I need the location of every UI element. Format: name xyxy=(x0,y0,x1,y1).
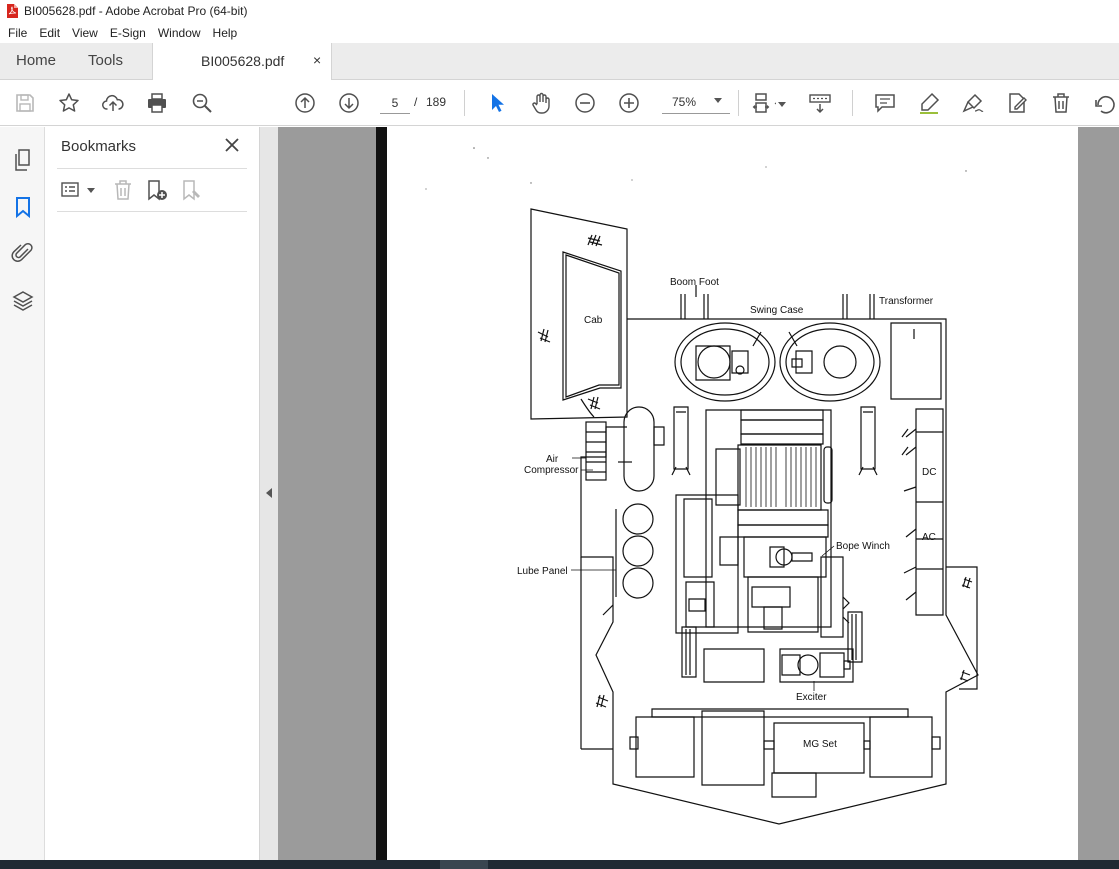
close-tab-icon[interactable]: × xyxy=(313,52,321,68)
bookmarks-title: Bookmarks xyxy=(61,138,137,155)
zoom-in-icon[interactable] xyxy=(617,91,641,115)
print-icon[interactable] xyxy=(145,91,169,115)
taskbar xyxy=(0,860,1119,869)
layers-icon[interactable] xyxy=(11,289,35,313)
toolbar-divider xyxy=(464,90,465,116)
menu-view[interactable]: View xyxy=(66,26,104,40)
chevron-down-icon[interactable] xyxy=(87,188,95,193)
divider xyxy=(57,211,247,212)
tab-bar: Home Tools BI005628.pdf × xyxy=(0,43,1119,81)
new-bookmark-icon[interactable] xyxy=(145,178,169,202)
options-icon[interactable] xyxy=(60,178,84,202)
close-icon[interactable] xyxy=(223,136,241,154)
main-toolbar: / 189 75% xyxy=(0,80,1119,126)
menu-esign[interactable]: E-Sign xyxy=(104,26,152,40)
pdf-page: Boom Foot Swing Case Transformer Cab Air… xyxy=(376,127,1078,860)
tab-home[interactable]: Home xyxy=(16,43,56,79)
label-ac: AC xyxy=(922,532,936,543)
scroll-mode-icon[interactable] xyxy=(808,91,832,115)
title-bar: BI005628.pdf - Adobe Acrobat Pro (64-bit… xyxy=(0,0,1119,22)
attachment-icon[interactable] xyxy=(11,241,35,265)
tab-document[interactable]: BI005628.pdf × xyxy=(152,43,332,81)
label-lube-panel: Lube Panel xyxy=(517,566,568,577)
page-up-icon[interactable] xyxy=(293,91,317,115)
label-compressor: Compressor xyxy=(524,465,579,476)
panel-collapse-handle[interactable] xyxy=(260,127,278,860)
delete-bookmark-icon[interactable] xyxy=(111,178,135,202)
page-separator: / xyxy=(414,95,418,109)
save-icon[interactable] xyxy=(13,91,37,115)
chevron-down-icon[interactable] xyxy=(778,102,786,107)
zoom-search-icon[interactable] xyxy=(190,91,214,115)
pages-icon[interactable] xyxy=(11,148,35,172)
menu-file[interactable]: File xyxy=(0,26,33,40)
page-number-input[interactable] xyxy=(380,92,410,114)
delete-icon[interactable] xyxy=(1049,91,1073,115)
label-mg-set: MG Set xyxy=(803,739,837,750)
bookmark-icon[interactable] xyxy=(11,195,35,219)
fill-sign-icon[interactable] xyxy=(1005,91,1029,115)
comment-icon[interactable] xyxy=(873,91,897,115)
highlight-icon[interactable] xyxy=(917,91,941,115)
page-down-icon[interactable] xyxy=(337,91,361,115)
new-from-structure-icon[interactable] xyxy=(180,178,204,202)
document-tab-name: BI005628.pdf xyxy=(201,53,285,69)
label-cab: Cab xyxy=(584,315,603,326)
label-exciter: Exciter xyxy=(796,692,827,703)
label-air: Air xyxy=(546,454,559,465)
menu-edit[interactable]: Edit xyxy=(33,26,66,40)
zoom-value: 75% xyxy=(672,95,697,109)
chevron-down-icon xyxy=(714,98,722,103)
divider xyxy=(57,168,247,169)
label-transformer: Transformer xyxy=(879,296,934,307)
taskbar-active-item[interactable] xyxy=(440,860,488,869)
hand-icon[interactable] xyxy=(529,91,553,115)
menu-help[interactable]: Help xyxy=(207,26,244,40)
toolbar-divider xyxy=(738,90,739,116)
page-total: 189 xyxy=(426,95,447,109)
select-arrow-icon[interactable] xyxy=(485,91,509,115)
zoom-select[interactable]: 75% xyxy=(662,92,730,114)
label-swing-case: Swing Case xyxy=(750,305,804,316)
menu-bar: File Edit View E-Sign Window Help xyxy=(0,22,1119,43)
label-dc: DC xyxy=(922,467,936,478)
bookmarks-panel: Bookmarks xyxy=(45,127,260,860)
label-boom-foot: Boom Foot xyxy=(670,277,719,288)
zoom-out-icon[interactable] xyxy=(573,91,597,115)
menu-window[interactable]: Window xyxy=(152,26,207,40)
left-rail xyxy=(0,127,45,860)
upload-icon[interactable] xyxy=(101,91,125,115)
pdf-file-icon xyxy=(7,4,18,18)
collapse-arrow-icon xyxy=(266,488,272,498)
floor-plan-diagram: Boom Foot Swing Case Transformer Cab Air… xyxy=(425,147,979,825)
window-title: BI005628.pdf - Adobe Acrobat Pro (64-bit… xyxy=(24,4,248,18)
document-viewer[interactable]: Boom Foot Swing Case Transformer Cab Air… xyxy=(278,127,1119,860)
label-rope-winch: Bope Winch xyxy=(836,541,890,552)
rotate-icon[interactable] xyxy=(1093,91,1117,115)
sign-icon[interactable] xyxy=(961,91,985,115)
tab-tools[interactable]: Tools xyxy=(88,43,123,79)
fit-page-icon[interactable] xyxy=(752,91,779,115)
star-icon[interactable] xyxy=(57,91,81,115)
toolbar-divider xyxy=(852,90,853,116)
